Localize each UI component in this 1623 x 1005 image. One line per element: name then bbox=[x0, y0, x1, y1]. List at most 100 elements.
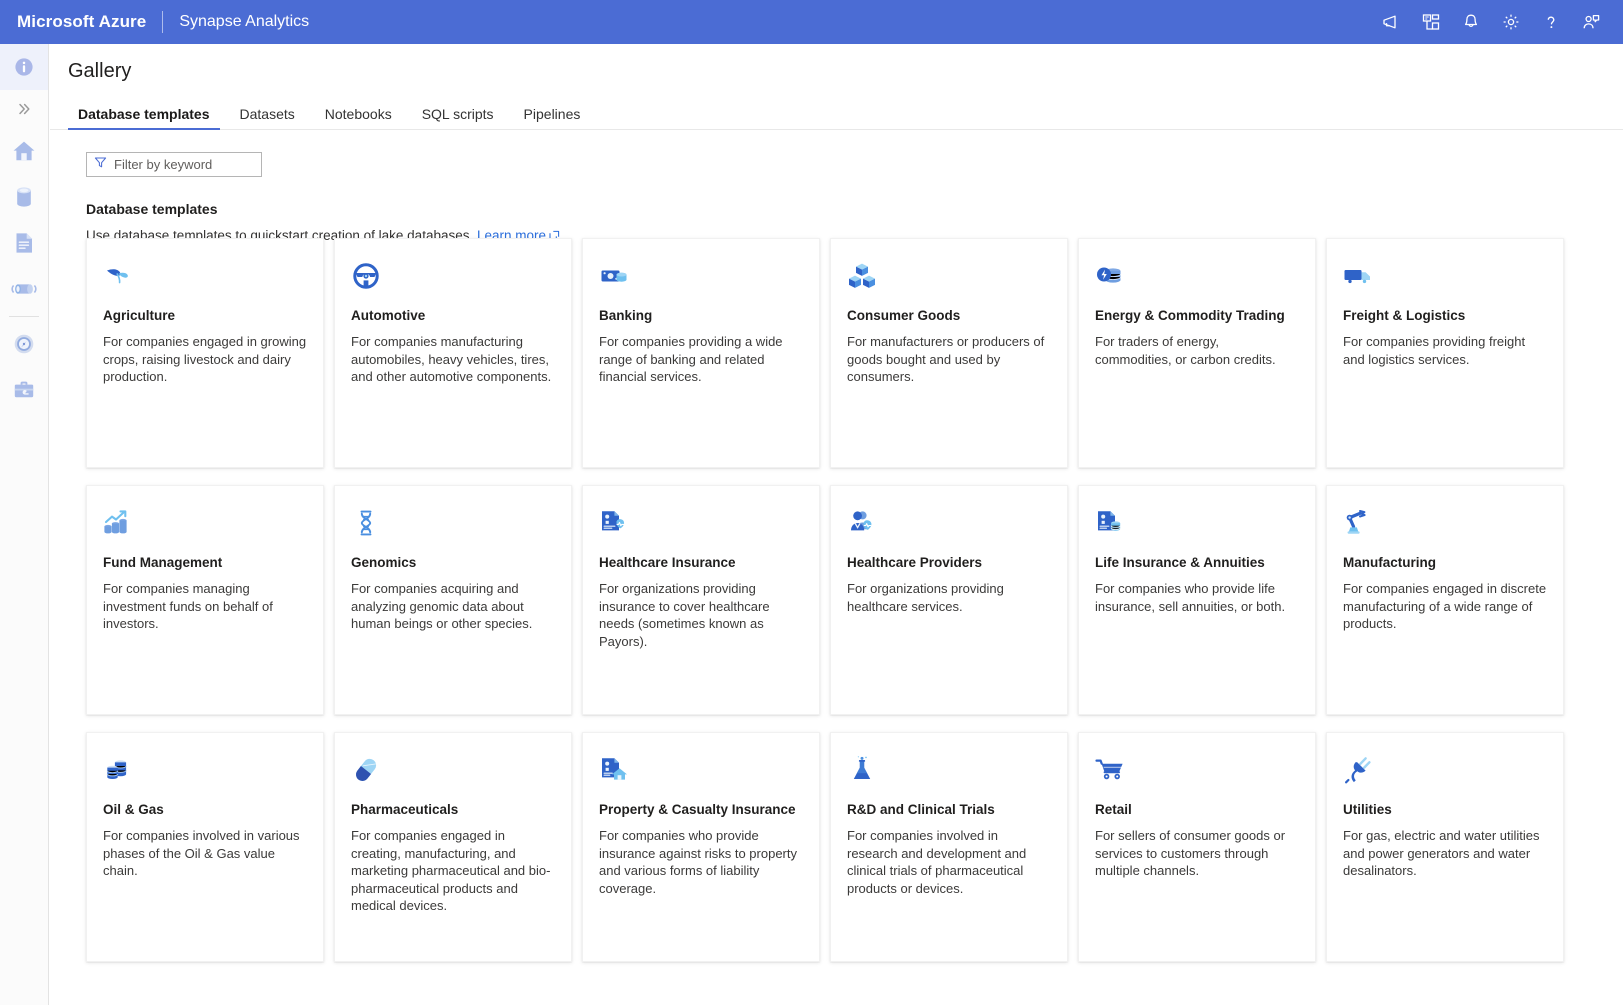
chart-coins-icon bbox=[103, 504, 307, 542]
rail-item-expand[interactable] bbox=[0, 90, 48, 128]
pill-capsule-icon bbox=[351, 751, 555, 789]
develop-document-icon bbox=[11, 230, 37, 256]
card-description: For companies engaged in discrete manufa… bbox=[1343, 581, 1547, 632]
template-card-retail[interactable]: Retail For sellers of consumer goods or … bbox=[1078, 732, 1316, 962]
card-description: For companies engaged in creating, manuf… bbox=[351, 828, 551, 914]
tab-pipelines[interactable]: Pipelines bbox=[514, 106, 591, 130]
policy-house-icon bbox=[599, 751, 803, 789]
dna-icon bbox=[351, 504, 555, 542]
template-card-grid: Agriculture For companies engaged in gro… bbox=[86, 238, 1623, 962]
card-title: Healthcare Insurance bbox=[599, 555, 736, 570]
template-card-banking[interactable]: Banking For companies providing a wide r… bbox=[582, 238, 820, 468]
template-card-agriculture[interactable]: Agriculture For companies engaged in gro… bbox=[86, 238, 324, 468]
left-rail bbox=[0, 44, 49, 1005]
card-title: Life Insurance & Annuities bbox=[1095, 555, 1265, 570]
rail-item-home[interactable] bbox=[0, 128, 48, 174]
flask-icon bbox=[847, 751, 1051, 789]
truck-icon bbox=[1343, 257, 1547, 295]
template-card-utilities[interactable]: Utilities For gas, electric and water ut… bbox=[1326, 732, 1564, 962]
tab-datasets[interactable]: Datasets bbox=[230, 106, 305, 130]
card-title: Utilities bbox=[1343, 802, 1392, 817]
tab-notebooks[interactable]: Notebooks bbox=[315, 106, 402, 130]
filter-funnel-icon bbox=[94, 156, 114, 174]
card-title: Fund Management bbox=[103, 555, 223, 570]
money-coins-icon bbox=[599, 257, 803, 295]
oil-barrels-icon bbox=[103, 751, 307, 789]
card-title: Healthcare Providers bbox=[847, 555, 983, 570]
steering-wheel-icon bbox=[351, 257, 555, 295]
card-title: Oil & Gas bbox=[103, 802, 164, 817]
azure-brand[interactable]: Microsoft Azure bbox=[0, 12, 146, 32]
template-card-energy-commodity-trading[interactable]: Energy & Commodity Trading For traders o… bbox=[1078, 238, 1316, 468]
card-description: For companies involved in various phases… bbox=[103, 828, 300, 879]
card-description: For organizations providing insurance to… bbox=[599, 581, 770, 649]
card-title: Agriculture bbox=[103, 308, 176, 323]
chevron-double-right-icon bbox=[16, 101, 32, 117]
card-title: Property & Casualty Insurance bbox=[599, 802, 796, 817]
azure-top-bar: Microsoft Azure Synapse Analytics bbox=[0, 0, 1623, 44]
page-title: Gallery bbox=[68, 60, 132, 82]
template-card-consumer-goods[interactable]: Consumer Goods For manufacturers or prod… bbox=[830, 238, 1068, 468]
cloud-shell-icon[interactable] bbox=[1411, 0, 1451, 44]
template-card-pharmaceuticals[interactable]: Pharmaceuticals For companies engaged in… bbox=[334, 732, 572, 962]
product-name[interactable]: Synapse Analytics bbox=[179, 13, 309, 31]
template-card-automotive[interactable]: Automotive For companies manufacturing a… bbox=[334, 238, 572, 468]
card-title: Energy & Commodity Trading bbox=[1095, 308, 1285, 323]
card-title: R&D and Clinical Trials bbox=[847, 802, 995, 817]
template-card-genomics[interactable]: Genomics For companies acquiring and ana… bbox=[334, 485, 572, 715]
gear-icon[interactable] bbox=[1491, 0, 1531, 44]
rail-item-manage[interactable] bbox=[0, 367, 48, 413]
card-description: For companies engaged in growing crops, … bbox=[103, 334, 307, 385]
rail-item-monitor[interactable] bbox=[0, 321, 48, 367]
template-card-fund-management[interactable]: Fund Management For companies managing i… bbox=[86, 485, 324, 715]
template-card-freight-logistics[interactable]: Freight & Logistics For companies provid… bbox=[1326, 238, 1564, 468]
rail-item-develop[interactable] bbox=[0, 220, 48, 266]
shopping-cart-icon bbox=[1095, 751, 1299, 789]
account-person-icon[interactable] bbox=[1571, 0, 1611, 44]
health-card-icon bbox=[599, 504, 803, 542]
card-description: For gas, electric and water utilities an… bbox=[1343, 828, 1540, 879]
topbar-actions bbox=[1371, 0, 1623, 44]
template-card-healthcare-providers[interactable]: Healthcare Providers For organizations p… bbox=[830, 485, 1068, 715]
rail-item-data[interactable] bbox=[0, 174, 48, 220]
integrate-pipeline-icon bbox=[10, 276, 38, 302]
filter-input[interactable] bbox=[114, 157, 254, 172]
template-card-oil-gas[interactable]: Oil & Gas For companies involved in vari… bbox=[86, 732, 324, 962]
card-description: For companies who provide life insurance… bbox=[1095, 581, 1286, 614]
card-description: For companies providing freight and logi… bbox=[1343, 334, 1526, 367]
tab-sql-scripts[interactable]: SQL scripts bbox=[412, 106, 504, 130]
card-title: Consumer Goods bbox=[847, 308, 961, 323]
leaf-icon bbox=[103, 257, 307, 295]
tab-database-templates[interactable]: Database templates bbox=[68, 106, 220, 130]
filter-box[interactable] bbox=[86, 152, 262, 177]
doctor-person-icon bbox=[847, 504, 1051, 542]
template-card-rd-clinical-trials[interactable]: R&D and Clinical Trials For companies in… bbox=[830, 732, 1068, 962]
card-description: For companies who provide insurance agai… bbox=[599, 828, 797, 896]
rail-item-info[interactable] bbox=[0, 44, 48, 90]
rail-item-integrate[interactable] bbox=[0, 266, 48, 312]
card-description: For organizations providing healthcare s… bbox=[847, 581, 1004, 614]
card-title: Retail bbox=[1095, 802, 1132, 817]
template-card-manufacturing[interactable]: Manufacturing For companies engaged in d… bbox=[1326, 485, 1564, 715]
card-title: Genomics bbox=[351, 555, 417, 570]
policy-coins-icon bbox=[1095, 504, 1299, 542]
template-card-property-casualty-insurance[interactable]: Property & Casualty Insurance For compan… bbox=[582, 732, 820, 962]
help-question-icon[interactable] bbox=[1531, 0, 1571, 44]
gallery-page: Gallery Database templates Datasets Note… bbox=[50, 44, 1623, 1005]
card-description: For sellers of consumer goods or service… bbox=[1095, 828, 1286, 879]
card-title: Freight & Logistics bbox=[1343, 308, 1466, 323]
monitor-gauge-icon bbox=[11, 331, 37, 357]
card-title: Banking bbox=[599, 308, 653, 323]
manage-toolbox-icon bbox=[11, 377, 37, 403]
robot-arm-icon bbox=[1343, 504, 1547, 542]
tab-strip: Database templates Datasets Notebooks SQ… bbox=[50, 99, 1623, 130]
brand-divider bbox=[162, 11, 164, 33]
card-description: For companies manufacturing automobiles,… bbox=[351, 334, 552, 385]
card-title: Automotive bbox=[351, 308, 426, 323]
notifications-bell-icon[interactable] bbox=[1451, 0, 1491, 44]
section-title: Database templates bbox=[86, 201, 218, 217]
feedback-icon[interactable] bbox=[1371, 0, 1411, 44]
template-card-healthcare-insurance[interactable]: Healthcare Insurance For organizations p… bbox=[582, 485, 820, 715]
template-card-life-insurance-annuities[interactable]: Life Insurance & Annuities For companies… bbox=[1078, 485, 1316, 715]
card-title: Pharmaceuticals bbox=[351, 802, 459, 817]
